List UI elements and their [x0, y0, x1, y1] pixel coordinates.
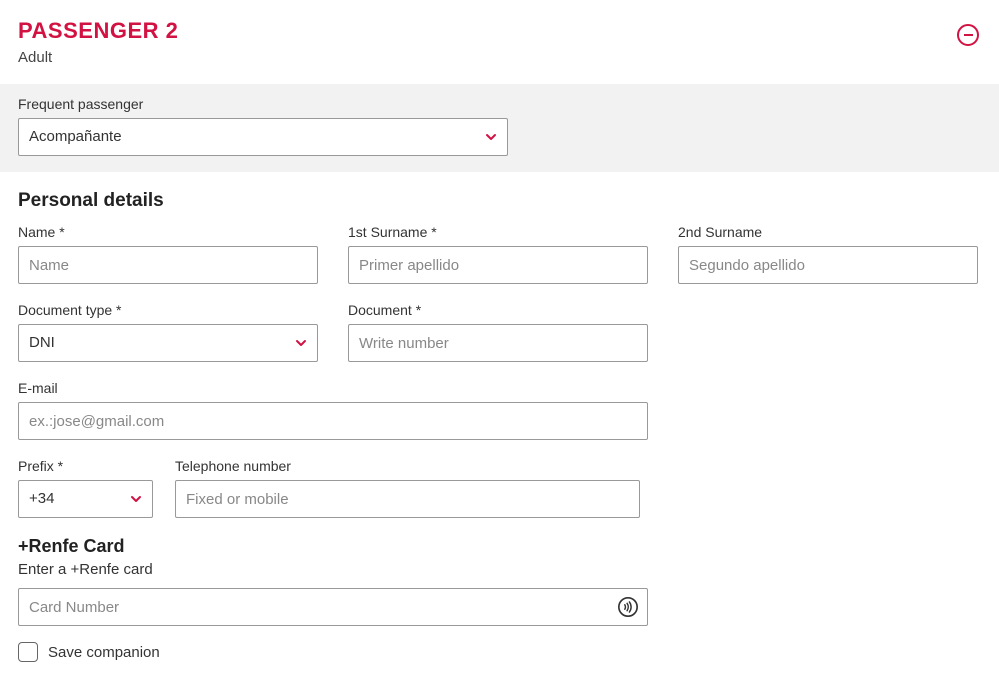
name-field-group: Name * [18, 224, 318, 284]
passenger-title: PASSENGER 2 [18, 18, 178, 44]
passenger-form: PASSENGER 2 Adult Frequent passenger Aco… [0, 0, 999, 680]
surname1-label: 1st Surname * [348, 224, 648, 240]
renfe-card-input-wrap [18, 588, 648, 626]
name-row: Name * 1st Surname * 2nd Surname [18, 224, 981, 284]
prefix-select[interactable]: +34 [18, 480, 153, 518]
surname1-field-group: 1st Surname * [348, 224, 648, 284]
passenger-title-block: PASSENGER 2 Adult [18, 18, 178, 66]
passenger-type: Adult [18, 49, 178, 66]
doctype-select[interactable]: DNI [18, 324, 318, 362]
save-companion-label: Save companion [48, 644, 160, 661]
personal-details-heading: Personal details [18, 190, 981, 212]
remove-passenger-button[interactable] [957, 24, 979, 46]
email-row: E-mail [18, 380, 981, 440]
email-input[interactable] [18, 402, 648, 440]
document-row: Document type * DNI Document * [18, 302, 981, 362]
document-input[interactable] [348, 324, 648, 362]
surname1-input[interactable] [348, 246, 648, 284]
surname2-label: 2nd Surname [678, 224, 978, 240]
doctype-field-group: Document type * DNI [18, 302, 318, 362]
surname2-input[interactable] [678, 246, 978, 284]
doctype-label: Document type * [18, 302, 318, 318]
save-companion-row: Save companion [18, 642, 981, 662]
prefix-label: Prefix * [18, 458, 153, 474]
prefix-field-group: Prefix * +34 [18, 458, 153, 518]
prefix-select-wrap: +34 [18, 480, 153, 518]
email-label: E-mail [18, 380, 648, 396]
document-field-group: Document * [348, 302, 648, 362]
renfe-card-subheading: Enter a +Renfe card [18, 561, 981, 578]
frequent-passenger-select-wrap: Acompañante [18, 118, 508, 156]
frequent-passenger-label: Frequent passenger [18, 96, 981, 112]
frequent-passenger-section: Frequent passenger Acompañante [0, 84, 999, 172]
save-companion-checkbox[interactable] [18, 642, 38, 662]
renfe-card-heading: +Renfe Card [18, 536, 981, 557]
phone-input[interactable] [175, 480, 640, 518]
contactless-icon [617, 596, 639, 618]
minus-icon [964, 34, 973, 37]
phone-row: Prefix * +34 Telephone number [18, 458, 981, 518]
doctype-select-wrap: DNI [18, 324, 318, 362]
renfe-card-input[interactable] [18, 588, 648, 626]
name-input[interactable] [18, 246, 318, 284]
name-label: Name * [18, 224, 318, 240]
surname2-field-group: 2nd Surname [678, 224, 978, 284]
passenger-header: PASSENGER 2 Adult [18, 18, 981, 66]
email-field-group: E-mail [18, 380, 648, 440]
phone-field-group: Telephone number [175, 458, 640, 518]
document-label: Document * [348, 302, 648, 318]
phone-label: Telephone number [175, 458, 640, 474]
scan-card-button[interactable] [616, 595, 640, 619]
frequent-passenger-select[interactable]: Acompañante [18, 118, 508, 156]
